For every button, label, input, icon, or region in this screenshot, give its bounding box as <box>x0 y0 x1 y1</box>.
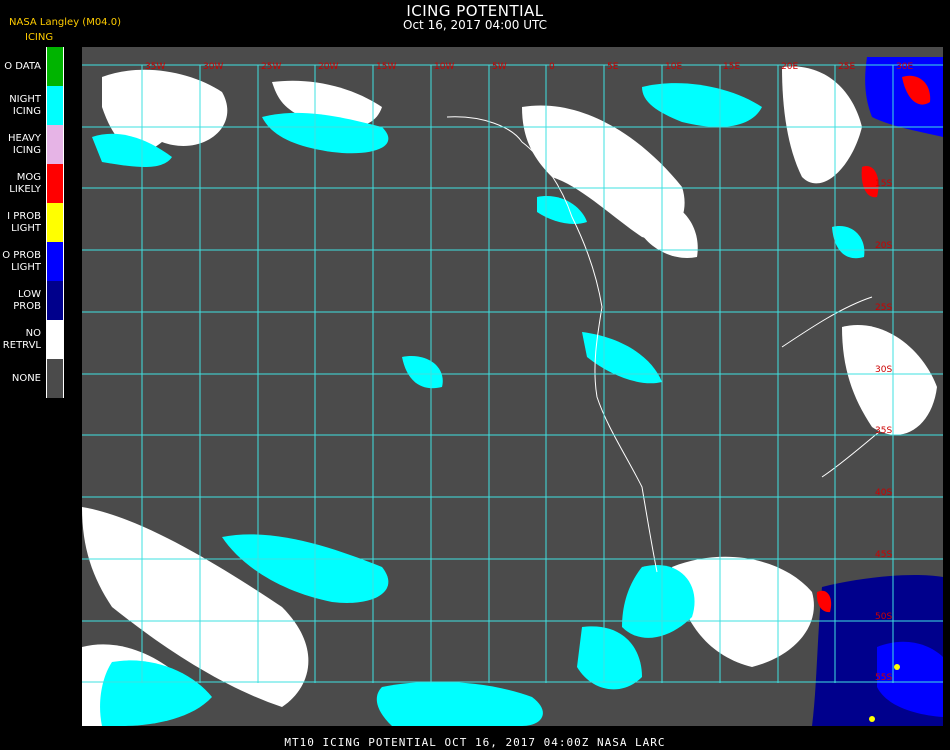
longitude-label: 10W <box>434 62 454 72</box>
legend-item: LOW PROB <box>0 281 64 320</box>
legend-label: NIGHT ICING <box>9 93 41 117</box>
legend-swatch <box>46 164 64 203</box>
longitude-label: 30E <box>896 62 913 72</box>
latitude-label: 55S <box>875 673 892 683</box>
longitude-label: 0 <box>549 62 555 72</box>
legend-swatch <box>46 281 64 320</box>
latitude-label: 25S <box>875 303 892 313</box>
longitude-label: 35W <box>145 62 165 72</box>
legend-swatch <box>46 320 64 359</box>
longitude-label: 15E <box>723 62 740 72</box>
legend-item: NO RETRVL <box>0 320 64 359</box>
longitude-label: 20W <box>318 62 338 72</box>
latitude-label: 50S <box>875 612 892 622</box>
legend-label: HEAVY ICING <box>8 132 41 156</box>
longitude-label: 15W <box>376 62 396 72</box>
longitude-label: 25E <box>838 62 855 72</box>
longitude-label: 5E <box>607 62 619 72</box>
credit-label: NASA Langley (M04.0) <box>9 17 121 28</box>
longitude-label: 25W <box>261 62 281 72</box>
longitude-label: 30W <box>203 62 223 72</box>
legend-label: O PROB LIGHT <box>2 249 41 273</box>
legend-item: MOG LIKELY <box>0 164 64 203</box>
longitude-label: 20E <box>781 62 798 72</box>
legend-label: I PROB LIGHT <box>7 210 41 234</box>
legend-item: NONE <box>0 359 64 398</box>
legend-swatch <box>46 359 64 398</box>
legend-item: I PROB LIGHT <box>0 203 64 242</box>
longitude-label: 10E <box>665 62 682 72</box>
legend-item: HEAVY ICING <box>0 125 64 164</box>
legend-item: NIGHT ICING <box>0 86 64 125</box>
legend-swatch <box>46 125 64 164</box>
legend-swatch <box>46 47 64 86</box>
legend-swatch <box>46 86 64 125</box>
legend-label: NONE <box>11 372 41 384</box>
latitude-label: 45S <box>875 550 892 560</box>
legend-label: NO RETRVL <box>2 327 41 351</box>
legend-title: ICING <box>25 32 54 43</box>
latitude-label: 35S <box>875 426 892 436</box>
latitude-label: 15S <box>875 179 892 189</box>
legend-label: MOG LIKELY <box>9 171 41 195</box>
latitude-label: 20S <box>875 241 892 251</box>
legend-item: O PROB LIGHT <box>0 242 64 281</box>
prob-light-icing-spot <box>869 716 875 722</box>
legend-label: O DATA <box>4 60 41 72</box>
latitude-label: 40S <box>875 488 892 498</box>
legend-label: LOW PROB <box>13 288 41 312</box>
footer-caption: MT10 ICING POTENTIAL OCT 16, 2017 04:00Z… <box>284 736 666 749</box>
page-subtitle: Oct 16, 2017 04:00 UTC <box>403 18 547 32</box>
latitude-label: 30S <box>875 365 892 375</box>
longitude-label: 5W <box>492 62 507 72</box>
icing-map: 35W 30W 25W 20W 15W 10W 5W 0 5E 10E 15E 20E 25E 30E 15… <box>82 47 943 726</box>
legend-item: O DATA <box>0 47 64 86</box>
prob-light-icing-spot <box>894 664 900 670</box>
legend-swatch <box>46 242 64 281</box>
legend-swatch <box>46 203 64 242</box>
